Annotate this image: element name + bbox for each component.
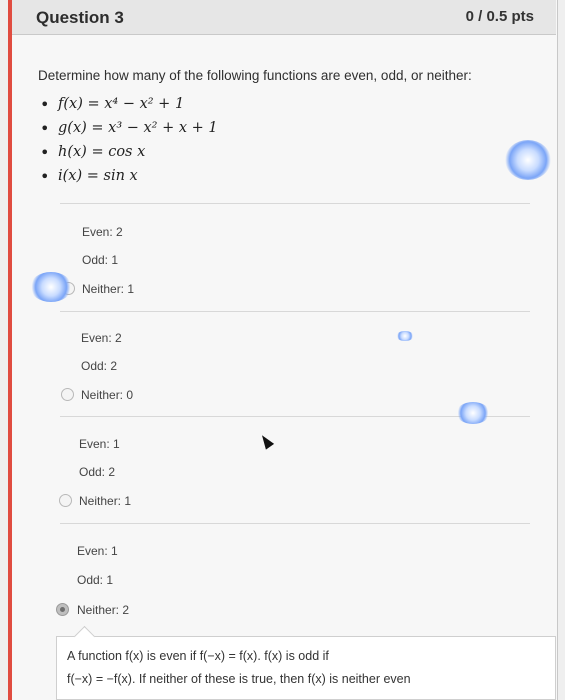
option-3-even: Even: 1 [79, 437, 120, 451]
option-divider [60, 523, 530, 524]
question-points: 0 / 0.5 pts [465, 8, 534, 25]
incorrect-accent-bar [8, 0, 12, 700]
option-divider [60, 311, 530, 312]
feedback-line-1: A function f(x) is even if f(−x) = f(x).… [67, 649, 329, 663]
question-prompt: Determine how many of the following func… [38, 68, 472, 83]
option-4-radio-selected[interactable] [56, 603, 69, 616]
option-4-neither[interactable]: Neither: 2 [77, 603, 129, 617]
option-1-odd: Odd: 1 [82, 253, 119, 267]
question-header: Question 3 0 / 0.5 pts [12, 0, 556, 35]
function-list: f(x) = x⁴ − x² + 1 g(x) = x³ − x² + x + … [40, 95, 218, 192]
function-item: f(x) = x⁴ − x² + 1 [40, 95, 218, 120]
option-divider [60, 203, 530, 204]
function-item: h(x) = cos x [40, 143, 218, 168]
function-item: g(x) = x³ − x² + x + 1 [40, 119, 218, 144]
option-2-odd: Odd: 2 [81, 359, 118, 373]
option-1-neither[interactable]: Neither: 1 [82, 282, 134, 296]
option-3-odd: Odd: 2 [79, 465, 116, 479]
feedback-box: A function f(x) is even if f(−x) = f(x).… [56, 636, 556, 700]
option-2-even: Even: 2 [81, 331, 122, 345]
option-divider [60, 416, 530, 417]
feedback-line-2: f(−x) = −f(x). If neither of these is tr… [67, 672, 411, 686]
option-4-even: Even: 1 [77, 544, 118, 558]
option-1-radio[interactable] [62, 282, 75, 295]
function-item: i(x) = sin x [40, 167, 218, 192]
option-2-neither[interactable]: Neither: 0 [81, 388, 133, 402]
question-title: Question 3 [36, 8, 124, 27]
option-3-neither[interactable]: Neither: 1 [79, 494, 131, 508]
option-1-even: Even: 2 [82, 225, 123, 239]
option-3-radio[interactable] [59, 494, 72, 507]
option-2-radio[interactable] [61, 388, 74, 401]
screen: Question 3 0 / 0.5 pts Determine how man… [0, 0, 565, 700]
option-4-odd: Odd: 1 [77, 573, 114, 587]
